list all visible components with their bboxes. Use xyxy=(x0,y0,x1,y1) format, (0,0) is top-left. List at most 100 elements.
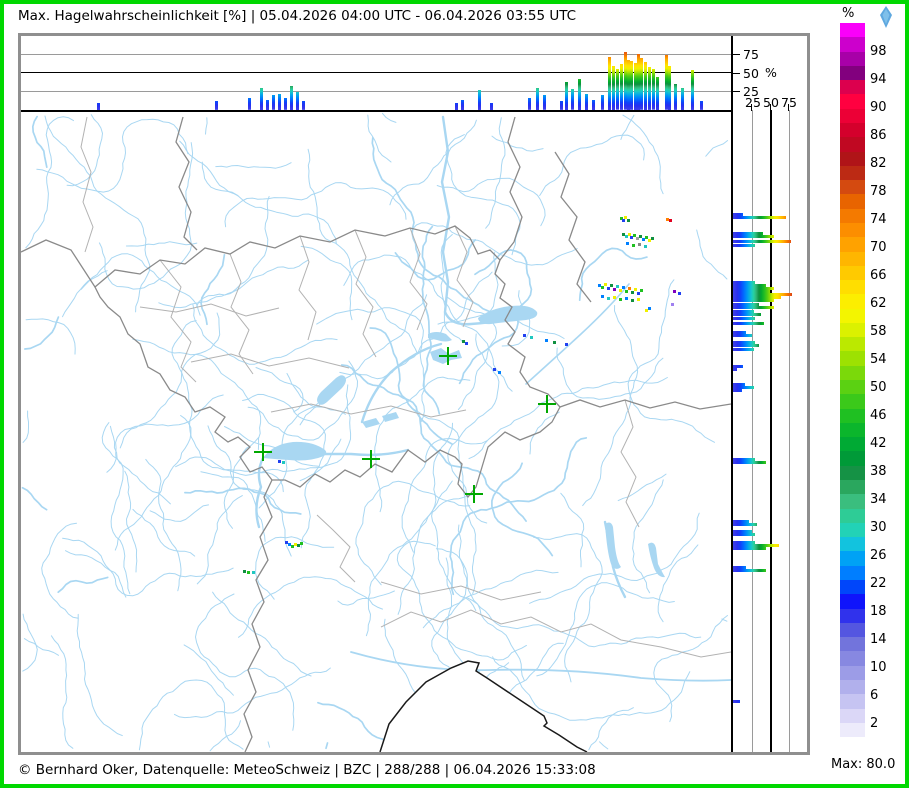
hail-cell xyxy=(619,298,622,301)
scale-cell xyxy=(840,409,865,423)
histogram-bar xyxy=(260,88,263,110)
river xyxy=(654,616,728,722)
hail-cell xyxy=(604,283,607,286)
histogram-bar xyxy=(733,569,766,572)
scale-cell xyxy=(840,37,865,51)
river xyxy=(42,523,79,618)
river xyxy=(216,163,291,169)
scale-cell xyxy=(840,309,865,323)
scale-cell xyxy=(840,366,865,380)
hail-cell xyxy=(625,297,628,300)
river xyxy=(384,619,418,698)
histogram-bar xyxy=(733,299,774,302)
lake-brienz xyxy=(382,412,399,422)
river xyxy=(583,306,638,506)
histogram-bar xyxy=(733,461,766,464)
hail-cell xyxy=(651,237,654,240)
scale-cell xyxy=(840,209,865,223)
river xyxy=(368,115,391,162)
river xyxy=(537,583,675,676)
river xyxy=(580,248,647,300)
hail-cell xyxy=(291,545,294,548)
river xyxy=(196,594,294,730)
lake-geneva xyxy=(263,442,326,461)
gridline-75 xyxy=(789,110,790,752)
scale-cell xyxy=(840,337,865,351)
river xyxy=(175,668,331,718)
hail-cell xyxy=(642,238,645,241)
river xyxy=(201,255,224,324)
histogram-bar xyxy=(284,98,287,110)
scale-cell xyxy=(840,266,865,280)
map-area[interactable] xyxy=(21,112,731,752)
river xyxy=(697,230,727,279)
lake-thun xyxy=(362,418,380,428)
hail-cell xyxy=(565,343,568,346)
hail-cell xyxy=(666,218,669,221)
hail-cell xyxy=(622,219,625,222)
top-axis-label-50: 50 xyxy=(743,66,765,81)
gridline-25 xyxy=(752,110,753,752)
scale-cell xyxy=(840,194,865,208)
tick-75 xyxy=(731,54,740,55)
histogram-bar xyxy=(733,334,752,337)
river xyxy=(658,545,698,622)
river-network xyxy=(23,113,728,751)
histogram-bar xyxy=(733,306,774,309)
hail-cell xyxy=(247,571,250,574)
hail-cell xyxy=(530,336,533,339)
hail-cell xyxy=(648,307,651,310)
histogram-bar xyxy=(585,94,588,110)
scale-label: 6 xyxy=(870,688,900,703)
scale-label: 34 xyxy=(870,492,900,507)
hail-cell xyxy=(607,287,610,290)
scale-label: 2 xyxy=(870,716,900,731)
hail-cell xyxy=(630,236,633,239)
hail-cell xyxy=(622,233,625,236)
histogram-bar xyxy=(616,69,619,110)
scale-label: 70 xyxy=(870,240,900,255)
river xyxy=(185,488,301,514)
river xyxy=(107,395,223,472)
droplet-icon xyxy=(878,5,894,29)
hail-cell xyxy=(637,298,640,301)
river xyxy=(326,743,328,748)
histogram-bar xyxy=(674,84,677,110)
scale-cell xyxy=(840,566,865,580)
river xyxy=(450,438,586,594)
scale-cell xyxy=(840,437,865,451)
river xyxy=(133,339,261,449)
map-canvas[interactable] xyxy=(21,112,731,752)
window-title: Max. Hagelwahrscheinlichkeit [%] | 05.04… xyxy=(18,8,576,24)
hail-cell xyxy=(627,219,630,222)
scale-label: 42 xyxy=(870,436,900,451)
river xyxy=(301,246,352,319)
river xyxy=(23,411,28,442)
scale-label: 78 xyxy=(870,184,900,199)
hail-cell xyxy=(598,284,601,287)
hail-cell xyxy=(636,237,639,240)
histogram-bar xyxy=(478,90,481,110)
scale-cell xyxy=(840,451,865,465)
river xyxy=(561,493,584,567)
sea-fill xyxy=(380,661,587,752)
scale-label: 74 xyxy=(870,212,900,227)
hail-cell xyxy=(616,285,619,288)
river xyxy=(63,271,108,317)
river xyxy=(530,412,559,454)
scale-cell xyxy=(840,537,865,551)
river xyxy=(67,115,102,186)
hail-cell xyxy=(645,309,648,312)
histogram-bar xyxy=(733,348,754,351)
hail-cell xyxy=(613,288,616,291)
histogram-bar xyxy=(648,67,651,110)
scale-label: 30 xyxy=(870,520,900,535)
histogram-bar xyxy=(733,235,774,238)
hail-cell xyxy=(628,287,631,290)
scale-label: 10 xyxy=(870,660,900,675)
hail-cell xyxy=(252,571,255,574)
river xyxy=(225,183,406,227)
river xyxy=(66,551,126,597)
river xyxy=(58,577,107,592)
hail-cell xyxy=(648,239,651,242)
